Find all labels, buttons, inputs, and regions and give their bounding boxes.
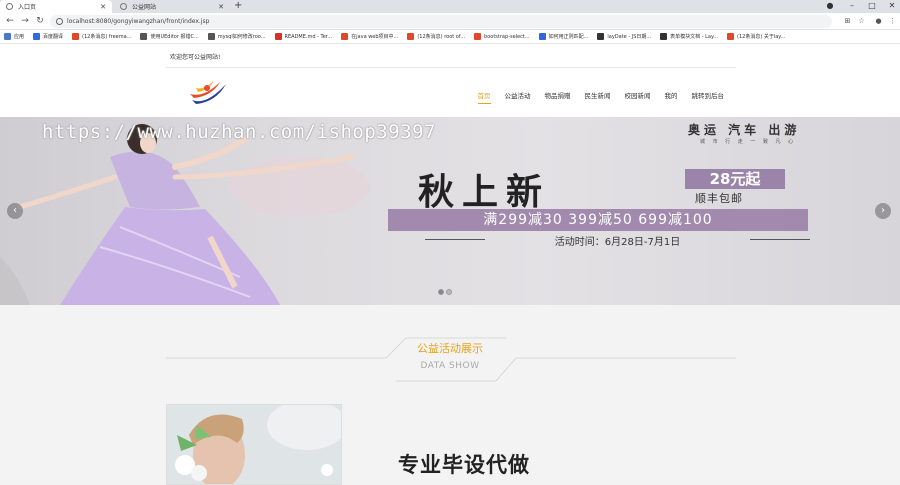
carousel-dot[interactable] — [438, 289, 444, 295]
bookmark-label: 表单模块文档 - Lay... — [670, 34, 718, 40]
portrait-illustration — [167, 405, 341, 484]
bookmark-favicon-icon — [341, 33, 349, 40]
forward-arrow-icon[interactable]: → — [19, 15, 31, 27]
promo-shipping-text: 顺丰包邮 — [695, 192, 743, 205]
activity-card-image[interactable] — [166, 404, 342, 485]
bookmark-item[interactable]: (12条消息) root of... — [407, 33, 465, 40]
tab-title: 公益网站 — [132, 4, 157, 11]
promo-top-text: 奥运 汽车 出游 — [688, 123, 801, 137]
bookmark-favicon-icon — [33, 33, 41, 40]
promo-time-text: 活动时间：6月28日-7月1日 — [425, 233, 810, 248]
profile-dot-icon[interactable]: ● — [818, 0, 842, 13]
promo-discount-band: 满299减30 399减50 699减100 — [388, 209, 808, 231]
star-bookmark-icon[interactable]: ☆ — [856, 16, 867, 27]
bookmark-favicon-icon — [4, 33, 11, 40]
bookmark-item[interactable]: mysql如何修改roo... — [207, 33, 266, 40]
bookmark-item[interactable]: bootstrap-select... — [474, 33, 530, 40]
bookmark-label: 应用 — [14, 34, 25, 40]
account-avatar-icon[interactable]: ● — [873, 16, 884, 27]
url-input[interactable] — [67, 18, 767, 25]
bookmark-favicon-icon — [274, 33, 282, 40]
bookmarks-bar: 应用 百度翻译 (12条消息) freema... 使用UEditor 报错C... m… — [0, 30, 900, 44]
site-main-nav: 首页 公益活动 物品捐赠 民生新闻 校园新闻 我的 跳转到后台 — [464, 90, 725, 104]
bookmark-favicon-icon — [407, 33, 415, 40]
new-tab-button[interactable]: + — [234, 0, 242, 13]
nav-item[interactable]: 民生新闻 — [585, 90, 611, 104]
nav-item[interactable]: 跳转到后台 — [692, 90, 725, 104]
nav-item[interactable]: 公益活动 — [505, 90, 531, 104]
translate-icon[interactable]: ⊞ — [842, 16, 853, 27]
bookmark-label: (12条消息) root of... — [417, 34, 466, 40]
bookmark-label: layDate - JS日期... — [607, 34, 652, 40]
activity-card-title: 专业毕设代做 — [398, 453, 530, 477]
bookmark-item[interactable]: (12条消息) 关于lay... — [727, 33, 785, 40]
menu-kebab-icon[interactable]: ⋮ — [887, 16, 898, 27]
nav-item[interactable]: 我的 — [665, 90, 678, 104]
header-divider — [166, 67, 736, 68]
bookmark-favicon-icon — [72, 33, 80, 40]
bookmark-favicon-icon — [140, 33, 148, 40]
carousel-prev-button[interactable]: ‹ — [7, 203, 23, 219]
welcome-text: 欢迎您可公益网站! — [170, 54, 221, 61]
close-tab-icon[interactable]: ✕ — [218, 3, 224, 11]
bookmark-item[interactable]: 如何用正则匹配... — [538, 33, 589, 40]
tab-title: 入口页 — [18, 4, 37, 11]
activity-showcase-section: 公益活动展示 DATA SHOW 专业毕设代做 — [0, 305, 900, 485]
nav-item[interactable]: 首页 — [477, 90, 491, 104]
bookmark-item[interactable]: layDate - JS日期... — [597, 33, 651, 40]
bookmark-item[interactable]: 使用UEditor 报错C... — [140, 33, 199, 40]
bookmark-label: mysql如何修改roo... — [217, 34, 266, 40]
bookmark-label: 如何用正则匹配... — [548, 34, 589, 40]
close-window-button[interactable]: ✕ — [880, 0, 900, 13]
bookmark-favicon-icon — [597, 33, 605, 40]
section-title: 公益活动展示 — [417, 342, 483, 355]
reload-icon[interactable]: ↻ — [34, 15, 46, 27]
bookmark-favicon-icon — [207, 33, 215, 40]
tab-entry-page[interactable]: 入口页 ✕ — [0, 0, 112, 13]
bookmark-item[interactable]: (12条消息) freema... — [72, 33, 131, 40]
bookmark-label: 使用UEditor 报错C... — [150, 34, 199, 40]
bookmark-item[interactable]: 百度翻译 — [33, 33, 63, 40]
bookmark-favicon-icon — [474, 33, 482, 40]
watermark-url-text: https://www.huzhan.com/ishop39397 — [42, 121, 436, 143]
bookmark-label: 在java web项目中... — [351, 34, 399, 40]
bookmark-label: bootstrap-select... — [484, 33, 530, 40]
bookmark-item[interactable]: README.md - Ter... — [274, 33, 333, 40]
bookmark-favicon-icon — [727, 33, 734, 40]
bookmark-favicon-icon — [538, 33, 546, 40]
promo-headline: 秋上新 — [418, 171, 551, 213]
bookmark-item[interactable]: 在java web项目中... — [341, 33, 398, 40]
carousel-indicators — [438, 289, 454, 295]
bookmark-label: README.md - Ter... — [284, 33, 333, 40]
bookmark-favicon-icon — [660, 33, 668, 40]
info-icon[interactable] — [56, 18, 63, 25]
bookmark-item[interactable]: 应用 — [4, 33, 24, 40]
back-arrow-icon[interactable]: ← — [4, 15, 16, 27]
bookmark-label: 百度翻译 — [43, 34, 64, 40]
bookmark-label: (12条消息) freema... — [82, 34, 132, 40]
carousel-next-button[interactable]: › — [875, 203, 891, 219]
nav-item[interactable]: 物品捐赠 — [545, 90, 571, 104]
section-subtitle: DATA SHOW — [420, 361, 480, 371]
browser-toolbar: ← → ↻ ⊞ ☆ ● ⋮ — [0, 13, 900, 30]
globe-icon — [120, 3, 127, 10]
bookmark-item[interactable]: 表单模块文档 - Lay... — [660, 33, 718, 40]
address-bar[interactable] — [50, 15, 832, 28]
browser-tab-strip: 入口页 ✕ 公益网站 ✕ + ● – □ ✕ — [0, 0, 900, 13]
bookmark-label: (12条消息) 关于lay... — [737, 34, 786, 40]
promo-price-badge: 28元起 — [685, 169, 785, 189]
tab-charity-site[interactable]: 公益网站 ✕ — [114, 0, 230, 13]
banner-model-illustration — [0, 124, 370, 305]
promo-sub-text: 城 市 行 走 一 致 凡 心 — [700, 139, 797, 145]
close-tab-icon[interactable]: ✕ — [100, 3, 106, 11]
carousel-dot[interactable] — [446, 289, 452, 295]
hero-carousel[interactable]: https://www.huzhan.com/ishop39397 奥运 汽车 … — [0, 117, 900, 305]
nav-item[interactable]: 校园新闻 — [625, 90, 651, 104]
site-logo[interactable] — [186, 76, 230, 110]
globe-icon — [6, 3, 13, 10]
